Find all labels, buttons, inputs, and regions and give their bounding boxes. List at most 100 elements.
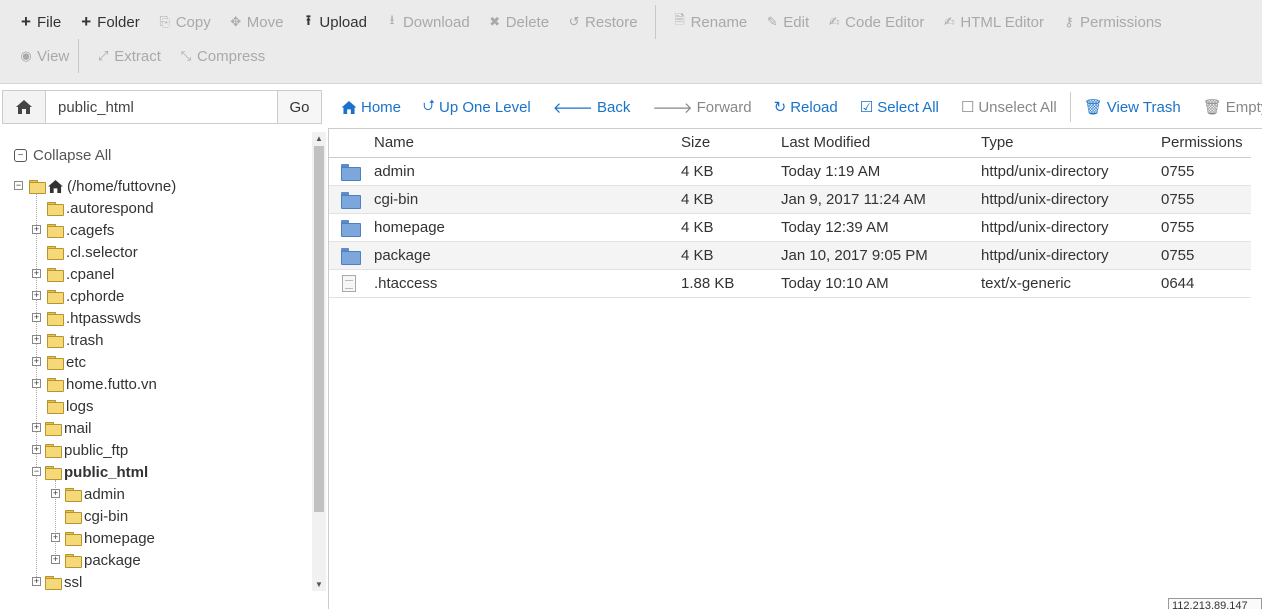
tree-item-logs[interactable]: logs — [32, 395, 94, 417]
tree-item-autorespond[interactable]: .autorespond — [32, 197, 154, 219]
tree-item-mail[interactable]: + mail — [32, 417, 92, 439]
home-button[interactable]: Home — [330, 99, 412, 116]
new-folder-button[interactable]: + Folder — [70, 7, 149, 37]
back-button[interactable]: 🡐 Back — [542, 98, 642, 117]
table-row[interactable]: package 4 KB Jan 10, 2017 9:05 PM httpd/… — [329, 241, 1251, 270]
folder-icon — [47, 268, 64, 282]
file-name[interactable]: package — [374, 241, 681, 270]
checked-box-icon: ☑ — [859, 99, 874, 116]
unselect-all-button[interactable]: ☐ Unselect All — [950, 98, 1068, 117]
code-editor-button[interactable]: ✍ Code Editor — [818, 7, 933, 37]
copy-button[interactable]: ⎘ Copy — [149, 7, 220, 37]
table-row[interactable]: cgi-bin 4 KB Jan 9, 2017 11:24 AM httpd/… — [329, 185, 1251, 214]
file-name[interactable]: homepage — [374, 213, 681, 242]
permissions-column-header[interactable]: Permissions — [1161, 129, 1251, 158]
arrow-left-icon: 🡐 — [552, 99, 593, 117]
expand-toggle-icon[interactable]: + — [32, 313, 41, 322]
expand-toggle-icon[interactable]: + — [51, 555, 60, 564]
file-size: 4 KB — [681, 213, 781, 242]
html-editor-icon: ✍ — [943, 14, 955, 29]
file-name[interactable]: .htaccess — [374, 269, 681, 298]
home-directory-button[interactable] — [2, 90, 46, 124]
expand-toggle-icon[interactable]: + — [32, 357, 41, 366]
tree-item-cl-selector[interactable]: .cl.selector — [32, 241, 138, 263]
table-row[interactable]: .htaccess 1.88 KB Today 10:10 AM text/x-… — [329, 269, 1251, 298]
view-button[interactable]: ◉ View — [10, 41, 78, 71]
expand-toggle-icon[interactable]: + — [32, 225, 41, 234]
plus-icon: + — [21, 12, 31, 31]
collapse-toggle-icon[interactable]: − — [14, 181, 23, 190]
tree-item-admin[interactable]: + admin — [51, 483, 125, 505]
extract-button[interactable]: ⤢ Extract — [87, 41, 170, 71]
expand-toggle-icon[interactable]: + — [32, 269, 41, 278]
rename-button[interactable]: 🗎 Rename — [664, 7, 757, 37]
expand-toggle-icon[interactable]: + — [32, 335, 41, 344]
empty-trash-button[interactable]: 🗑Empty Trash — [1192, 98, 1262, 117]
view-trash-button[interactable]: 🗑 View Trash — [1073, 98, 1192, 117]
expand-toggle-icon[interactable]: + — [32, 577, 41, 586]
scrollbar-thumb[interactable] — [314, 146, 324, 512]
folder-icon — [45, 422, 62, 436]
forward-button[interactable]: 🡒 Forward — [641, 98, 762, 117]
tree-scrollbar[interactable]: ▲ ▼ — [312, 132, 326, 591]
tree-item-cagefs[interactable]: + .cagefs — [32, 219, 114, 241]
move-button[interactable]: ✥ Move — [220, 7, 293, 37]
tree-item-ssl[interactable]: + ssl — [32, 571, 82, 593]
tree-item-public-ftp[interactable]: + public_ftp — [32, 439, 128, 461]
name-column-header[interactable]: Name — [374, 129, 681, 158]
restore-button[interactable]: ↺ Restore — [558, 7, 647, 37]
file-type: httpd/unix-directory — [981, 185, 1161, 214]
permissions-button[interactable]: ⚷ Permissions — [1053, 7, 1171, 37]
delete-button[interactable]: ✖ Delete — [479, 7, 558, 37]
tree-item-homepage[interactable]: + homepage — [51, 527, 155, 549]
new-file-button[interactable]: + File — [10, 7, 70, 37]
go-button[interactable]: Go — [278, 90, 322, 124]
download-button[interactable]: ⭳ Download — [376, 7, 479, 37]
file-type: httpd/unix-directory — [981, 157, 1161, 186]
path-input[interactable] — [46, 90, 278, 124]
tree-item-etc[interactable]: + etc — [32, 351, 86, 373]
tree-item-trash[interactable]: + .trash — [32, 329, 104, 351]
tree-item-cpanel[interactable]: + .cpanel — [32, 263, 114, 285]
expand-toggle-icon[interactable]: + — [32, 379, 41, 388]
scroll-up-icon[interactable]: ▲ — [315, 134, 323, 143]
type-column-header[interactable]: Type — [981, 129, 1161, 158]
expand-toggle-icon[interactable]: + — [32, 291, 41, 300]
folder-icon — [65, 510, 82, 524]
rename-icon: 🗎 — [674, 12, 685, 27]
modified-column-header[interactable]: Last Modified — [781, 129, 981, 158]
collapse-all-button[interactable]: − Collapse All — [14, 147, 111, 164]
home-icon — [341, 100, 357, 114]
tree-item-package[interactable]: + package — [51, 549, 141, 571]
upload-button[interactable]: ⭱ Upload — [292, 7, 376, 37]
folder-open-icon — [29, 180, 46, 194]
tree-item-htpasswds[interactable]: + .htpasswds — [32, 307, 141, 329]
refresh-icon: ↻ — [773, 99, 787, 116]
file-name[interactable]: admin — [374, 157, 681, 186]
compress-button[interactable]: ⤡ Compress — [170, 41, 274, 71]
reload-button[interactable]: ↻ Reload — [763, 98, 849, 117]
folder-icon — [47, 246, 64, 260]
tree-item-home-futto-vn[interactable]: + home.futto.vn — [32, 373, 157, 395]
table-row[interactable]: homepage 4 KB Today 12:39 AM httpd/unix-… — [329, 213, 1251, 242]
collapse-toggle-icon[interactable]: − — [32, 467, 41, 476]
tree-item-cphorde[interactable]: + .cphorde — [32, 285, 124, 307]
text-file-icon — [342, 274, 356, 292]
scroll-down-icon[interactable]: ▼ — [315, 580, 323, 589]
select-all-button[interactable]: ☑ Select All — [849, 98, 950, 117]
file-name[interactable]: cgi-bin — [374, 185, 681, 214]
file-modified: Today 12:39 AM — [781, 213, 981, 242]
expand-toggle-icon[interactable]: + — [32, 423, 41, 432]
expand-toggle-icon[interactable]: + — [32, 445, 41, 454]
table-row[interactable]: admin 4 KB Today 1:19 AM httpd/unix-dire… — [329, 157, 1251, 186]
tree-root[interactable]: − (/home/futtovne) — [14, 175, 176, 197]
up-one-level-button[interactable]: ⮍ Up One Level — [412, 95, 542, 120]
size-column-header[interactable]: Size — [681, 129, 781, 158]
tree-item-public-html[interactable]: − public_html — [32, 461, 148, 483]
html-editor-button[interactable]: ✍ HTML Editor — [933, 7, 1053, 37]
edit-button[interactable]: ✎ Edit — [756, 7, 818, 37]
empty-box-icon: ☐ — [960, 99, 975, 116]
tree-item-cgi-bin[interactable]: cgi-bin — [51, 505, 128, 527]
expand-toggle-icon[interactable]: + — [51, 533, 60, 542]
expand-toggle-icon[interactable]: + — [51, 489, 60, 498]
